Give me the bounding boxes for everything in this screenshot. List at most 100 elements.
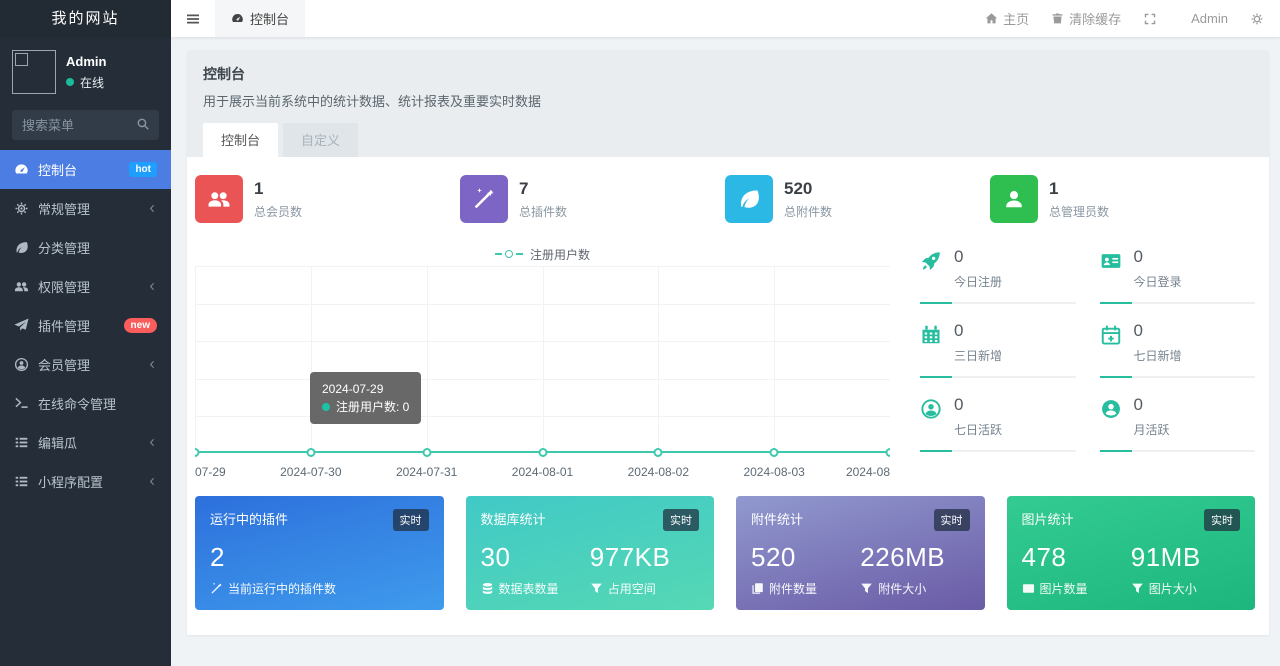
mini-stat-today-register: 0 今日注册 [920,247,1076,304]
mini-label: 今日注册 [954,275,1003,289]
card-database-stats: 数据库统计 实时 30 数据表数量 977KB 占用空间 [465,496,714,610]
sidebar-item-label: 编辑瓜 [38,436,78,451]
divider [920,376,1076,378]
user-dropdown[interactable]: Admin [1191,11,1228,26]
rocket-icon [920,250,944,274]
home-link[interactable]: 主页 [985,9,1029,28]
expand-icon [1143,12,1157,26]
sidebar-item-auth[interactable]: 权限管理 [0,267,171,306]
x-tick-label: 07-29 [195,465,226,479]
users-icon [195,175,243,223]
search-icon [136,117,150,131]
mini-value: 0 [1133,247,1143,266]
sidebar-item-general[interactable]: 常规管理 [0,189,171,228]
fullscreen-button[interactable] [1143,12,1157,26]
chart-x-axis: 07-29 2024-07-30 2024-07-31 2024-08-01 2024-… [195,465,890,481]
card-value: 2 [210,542,225,572]
x-tick-label: 2024-08-02 [627,465,690,479]
panel-tabs: 控制台 自定义 [203,123,1253,157]
magic-wand-icon [460,175,508,223]
cogs-icon [14,201,29,216]
sidebar-menu: 控制台 hot 常规管理 分类管理 权限管理 插件管理 new 会员管理 在线命… [0,150,171,666]
clear-cache-label: 清除缓存 [1069,12,1122,27]
mini-label: 七日新增 [1133,349,1182,363]
sidebar-item-command[interactable]: 在线命令管理 [0,384,171,423]
mini-stats-grid: 0 今日注册 0 今日登录 0 三日新增 0 七日新增 0 七日活跃 0 月活跃 [920,247,1255,481]
stats-row: 1 总会员数 7 总插件数 520 总附件数 1 总管理员数 [195,175,1255,223]
tab-dashboard[interactable]: 控制台 [203,123,279,157]
calendar-icon [920,324,944,348]
list-icon [14,435,29,450]
sidebar-item-member[interactable]: 会员管理 [0,345,171,384]
sidebar-item-addon[interactable]: 插件管理 new [0,306,171,345]
filter-icon [590,582,603,595]
user-panel: Admin 在线 [0,38,171,104]
cards-row: 运行中的插件 实时 2 当前运行中的插件数 数据库统计 实时 30 数据表数量 977… [195,496,1255,610]
chevron-left-icon [146,476,157,487]
card-value2-label: 附件大小 [878,582,927,596]
sidebar-item-dashboard[interactable]: 控制台 hot [0,150,171,189]
mini-value: 0 [954,247,964,266]
card-running-addons: 运行中的插件 实时 2 当前运行中的插件数 [195,496,444,610]
card-value2: 226MB [860,542,946,572]
tooltip-value: 注册用户数: 0 [336,400,410,414]
mini-label: 三日新增 [954,349,1003,363]
card-image-stats: 图片统计 实时 478 图片数量 91MB 图片大小 [1006,496,1255,610]
tab-custom[interactable]: 自定义 [283,123,359,157]
settings-button[interactable] [1250,12,1264,26]
middle-row: 注册用户数 2024-07-29 注册用户数: 0 07-29 2024-07-3… [195,247,1255,481]
leaf-icon [725,175,773,223]
stat-total-members: 1 总会员数 [195,175,460,223]
tooltip-series-dot-icon [322,403,330,411]
menu-search [12,110,159,140]
card-title: 运行中的插件 [210,512,289,527]
stat-value: 520 [784,178,813,198]
clear-cache-link[interactable]: 清除缓存 [1051,9,1121,28]
main-area: 控制台 主页 清除缓存 Admin 控制台 用于展示当前系统中的统计数据、统计报… [171,0,1280,666]
terminal-icon [14,396,29,411]
tooltip-date: 2024-07-29 [322,382,384,396]
avatar [12,50,56,94]
new-badge: new [123,318,157,333]
brand-title: 我的网站 [0,0,171,38]
home-link-label: 主页 [1003,12,1030,27]
stat-value: 1 [254,178,264,198]
chart-legend[interactable]: 注册用户数 [195,247,890,262]
app-window: 我的网站 Admin 在线 控制台 hot 常规管理 [0,0,1280,666]
realtime-badge: 实时 [933,509,970,531]
registrations-chart[interactable]: 注册用户数 2024-07-29 注册用户数: 0 07-29 2024-07-3… [195,247,890,481]
card-value2-label: 图片大小 [1148,582,1197,596]
filter-icon [860,582,873,595]
sidebar-toggle-button[interactable] [171,0,215,37]
sidebar-item-editor[interactable]: 编辑瓜 [0,423,171,462]
topbar-tab-dashboard[interactable]: 控制台 [215,0,306,37]
realtime-badge: 实时 [1204,509,1240,531]
chevron-left-icon [146,359,157,370]
mini-stat-3day-new: 0 三日新增 [920,321,1076,378]
card-value: 478 [1021,542,1067,572]
stat-label: 总附件数 [784,204,833,219]
mini-stat-7day-new: 0 七日新增 [1099,321,1255,378]
topbar-tab-label: 控制台 [250,12,290,27]
broken-image-icon [15,53,28,66]
card-value2: 91MB [1130,542,1201,572]
divider [1099,450,1255,452]
trash-icon [1051,12,1064,25]
topbar-right: 主页 清除缓存 Admin [963,0,1280,37]
card-title: 附件统计 [751,512,804,527]
chart-point [422,447,432,457]
stat-total-addons: 7 总插件数 [460,175,725,223]
sidebar-item-category[interactable]: 分类管理 [0,228,171,267]
chart-point [195,447,200,457]
chart-point [769,447,779,457]
chevron-left-icon [146,203,157,214]
divider [920,450,1076,452]
sidebar-item-label: 权限管理 [38,280,91,295]
mini-value: 0 [1133,321,1143,340]
hamburger-icon [185,11,201,27]
sidebar-item-miniprogram[interactable]: 小程序配置 [0,462,171,501]
magic-wand-icon [210,582,223,595]
user-circle-filled-icon [1100,398,1124,422]
divider [1099,302,1255,304]
card-value: 30 [480,542,511,572]
